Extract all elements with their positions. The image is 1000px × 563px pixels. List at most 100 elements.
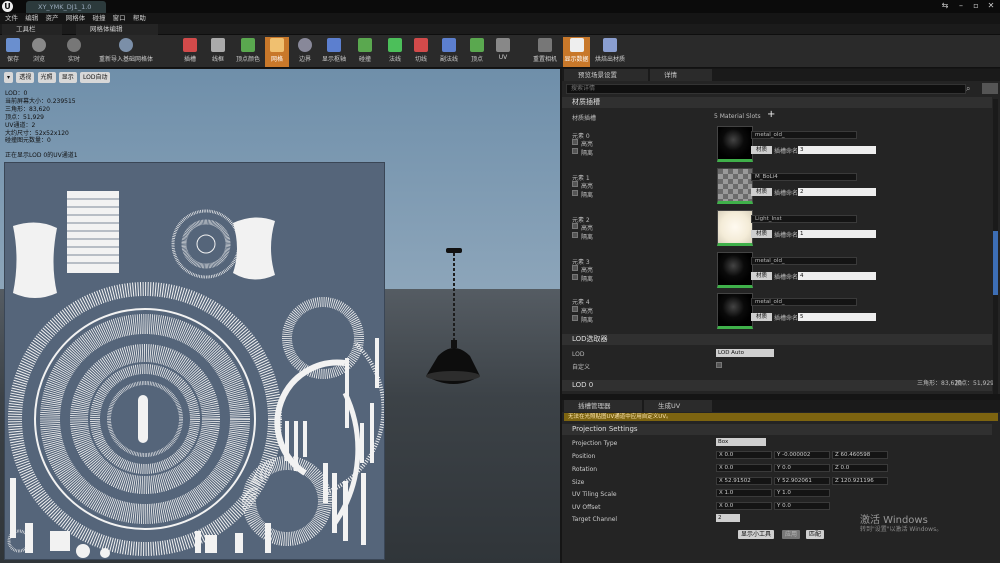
material-combo[interactable]: metal_old_ [751,257,857,265]
target-channel-select[interactable]: 2 [716,514,740,522]
perspective-button[interactable]: 透视 [16,72,35,83]
tab-generate-uv[interactable]: 生成UV [644,400,712,412]
material-thumbnail[interactable] [717,210,753,246]
material-button[interactable]: 材质 [751,272,772,280]
size-x-field[interactable]: X 52.91502 [716,477,772,485]
vertex-colors-button[interactable]: 顶点颜色 [234,37,262,67]
show-button[interactable]: 显示 [58,72,77,83]
material-button[interactable]: 材质 [751,230,772,238]
material-thumbnail[interactable] [717,252,753,288]
material-combo[interactable]: M_BoLi4 [751,173,857,181]
wireframe-button[interactable]: 线框 [207,37,229,67]
show-gizmo-button[interactable]: 显示小工具 [738,530,774,539]
tangents-button[interactable]: 切线 [410,37,432,67]
slot-name-input[interactable]: 1 [798,230,876,238]
lighting-button[interactable]: 光照 [37,72,56,83]
viewport-options-button[interactable]: ▾ [4,72,14,83]
section-header-lod-picker[interactable]: LOD选取器 [562,334,992,345]
maximize-button[interactable]: ▫ [969,1,983,11]
rotation-x-field[interactable]: X 0.0 [716,464,772,472]
position-y-field[interactable]: Y -0.000002 [774,451,830,459]
sockets-button[interactable]: 插槽 [180,37,200,67]
custom-checkbox[interactable] [716,362,722,368]
material-combo[interactable]: metal_old_ [751,131,857,139]
section-header-materials[interactable]: 材质插槽 [562,97,992,108]
tab-details[interactable]: 详情 [650,69,712,81]
highlight-checkbox[interactable] [572,306,578,312]
show-data-button[interactable]: 显示数据 [563,37,590,67]
highlight-checkbox[interactable] [572,223,578,229]
menu-asset[interactable]: 资产 [45,13,58,24]
slot-name-input[interactable]: 4 [798,272,876,280]
details-scrollbar[interactable] [993,99,998,394]
uv-button[interactable]: UV [492,37,514,67]
asset-tab[interactable]: XY_YMK_DJ1_1.0 [26,1,106,13]
apply-button[interactable]: 应用 [782,530,800,539]
material-button[interactable]: 材质 [751,313,772,321]
isolate-checkbox[interactable] [572,315,578,321]
lod-auto-button[interactable]: LOD自动 [80,72,111,83]
add-slot-icon[interactable]: + [767,109,775,120]
viewport[interactable]: ▾ 透视 光照 显示 LOD自动 LOD：0 当前屏幕大小：0.239515 三… [0,69,560,563]
rotation-z-field[interactable]: Z 0.0 [832,464,888,472]
grid-button[interactable]: 网格 [265,37,289,67]
projection-type-select[interactable]: Box [716,438,766,446]
size-z-field[interactable]: Z 120.921196 [832,477,888,485]
highlight-checkbox[interactable] [572,265,578,271]
tab-preview-scene[interactable]: 预览场景设置 [564,69,648,81]
offset-x-field[interactable]: X 0.0 [716,502,772,510]
save-button[interactable]: 保存 [3,37,23,67]
fit-button[interactable]: 匹配 [806,530,824,539]
position-x-field[interactable]: X 0.0 [716,451,772,459]
material-button[interactable]: 材质 [751,188,772,196]
material-button[interactable]: 材质 [751,146,772,154]
reimport-button[interactable]: 重新导入基础网格体 [96,37,156,67]
material-thumbnail[interactable] [717,168,753,204]
menu-mesh[interactable]: 网格体 [66,13,86,24]
browse-button[interactable]: 浏览 [28,37,50,67]
tab-toolbar[interactable]: 工具栏 [2,24,62,35]
source-control-icon[interactable]: ⇆ [938,1,952,11]
isolate-checkbox[interactable] [572,148,578,154]
isolate-checkbox[interactable] [572,274,578,280]
tab-socket-manager[interactable]: 插槽管理器 [564,400,642,412]
scroll-thumb[interactable] [993,231,998,295]
pivot-button[interactable]: 显示枢轴 [322,37,346,67]
rotation-y-field[interactable]: Y 0.0 [774,464,830,472]
bake-material-button[interactable]: 烘焙出材质 [594,37,626,67]
menu-file[interactable]: 文件 [5,13,18,24]
tab-mesh-editor[interactable]: 网格体编辑 [76,24,158,35]
slot-name-input[interactable]: 5 [798,313,876,321]
close-button[interactable]: ✕ [984,1,998,11]
bounds-button[interactable]: 边界 [294,37,316,67]
vertices-button[interactable]: 顶点 [466,37,488,67]
isolate-checkbox[interactable] [572,232,578,238]
lod-select[interactable]: LOD Auto [716,349,774,357]
size-y-field[interactable]: Y 52.902061 [774,477,830,485]
menu-help[interactable]: 帮助 [133,13,146,24]
collision-button[interactable]: 碰撞 [352,37,378,67]
realtime-button[interactable]: 实时 [63,37,85,67]
reset-camera-button[interactable]: 重置相机 [531,37,559,67]
tiling-y-field[interactable]: Y 1.0 [774,489,830,497]
material-thumbnail[interactable] [717,126,753,162]
menu-window[interactable]: 窗口 [113,13,126,24]
material-thumbnail[interactable] [717,293,753,329]
slot-name-input[interactable]: 3 [798,146,876,154]
view-options-icon[interactable] [982,83,998,94]
material-combo[interactable]: metal_old_ [751,298,857,306]
details-search-input[interactable]: 搜索详情 [566,84,966,94]
offset-y-field[interactable]: Y 0.0 [774,502,830,510]
minimize-button[interactable]: – [954,1,968,11]
section-header-projection[interactable]: Projection Settings [562,424,992,435]
menu-edit[interactable]: 编辑 [25,13,38,24]
binormals-button[interactable]: 副法线 [436,37,462,67]
isolate-checkbox[interactable] [572,190,578,196]
slot-name-input[interactable]: 2 [798,188,876,196]
material-combo[interactable]: Light_Inst [751,215,857,223]
menu-collision[interactable]: 碰撞 [92,13,105,24]
tiling-x-field[interactable]: X 1.0 [716,489,772,497]
highlight-checkbox[interactable] [572,181,578,187]
highlight-checkbox[interactable] [572,139,578,145]
position-z-field[interactable]: Z 60.460598 [832,451,888,459]
